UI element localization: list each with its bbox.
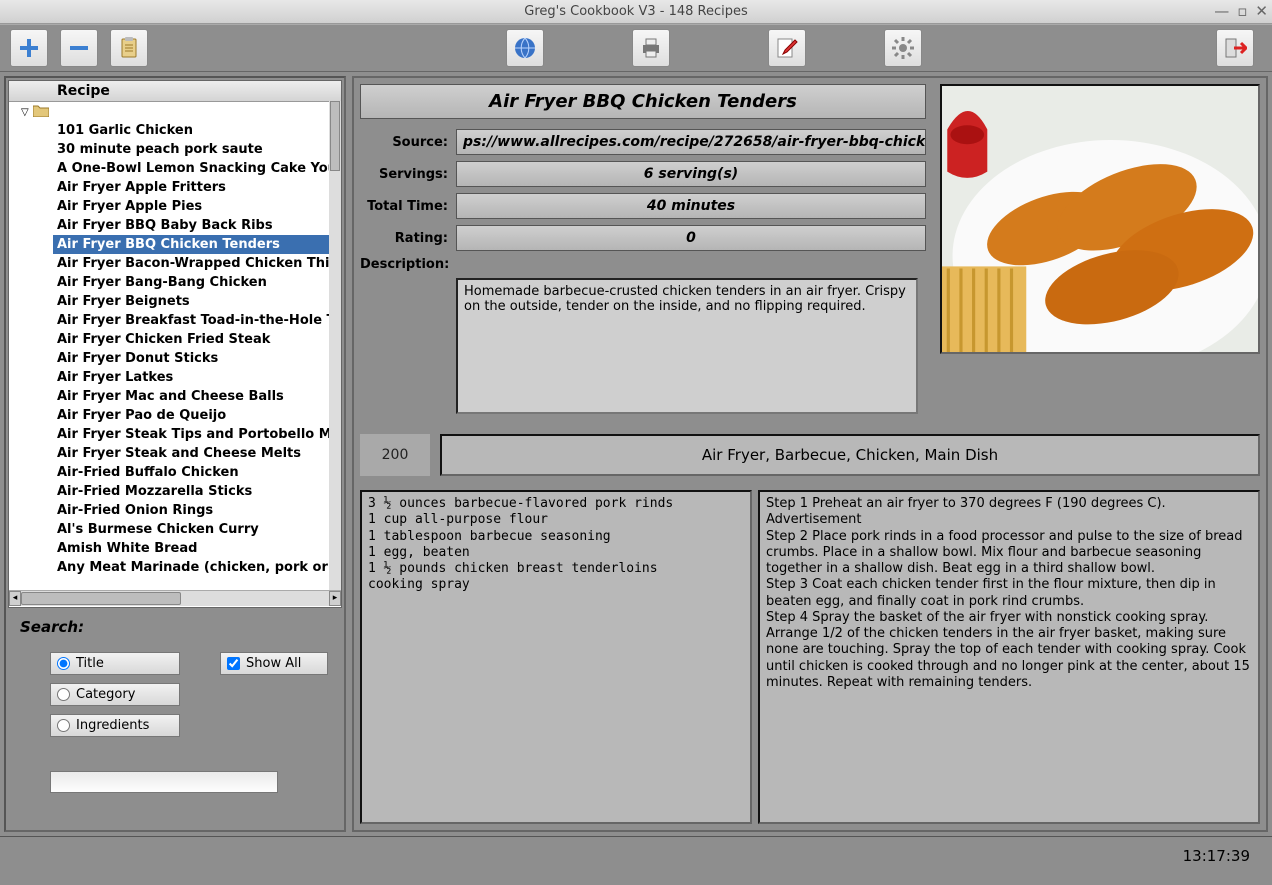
recipe-item[interactable]: Air Fryer Apple Pies <box>53 197 341 216</box>
search-panel: Search: Title Show All Category <box>8 608 342 828</box>
recipe-item[interactable]: Air Fryer Steak and Cheese Melts <box>53 444 341 463</box>
settings-button[interactable] <box>884 29 922 67</box>
recipe-tree[interactable]: Recipe ▽ 101 Garlic Chicken30 minute pea… <box>8 80 342 608</box>
recipe-item[interactable]: Air Fryer Mac and Cheese Balls <box>53 387 341 406</box>
edit-button[interactable] <box>768 29 806 67</box>
clock: 13:17:39 <box>1183 847 1250 865</box>
label-rating: Rating: <box>360 231 448 246</box>
recipe-item[interactable]: Air Fryer BBQ Baby Back Ribs <box>53 216 341 235</box>
search-label: Search: <box>20 618 330 636</box>
recipe-item[interactable]: Air Fryer Latkes <box>53 368 341 387</box>
expand-arrow-icon[interactable]: ▽ <box>21 107 29 118</box>
label-description: Description: <box>360 257 448 272</box>
recipe-source[interactable]: ps://www.allrecipes.com/recipe/272658/ai… <box>456 129 926 155</box>
recipe-count: 200 <box>360 434 430 476</box>
recipe-item[interactable]: Air Fryer Bang-Bang Chicken <box>53 273 341 292</box>
recipe-instructions[interactable]: Step 1 Preheat an air fryer to 370 degre… <box>758 490 1260 824</box>
tree-hscroll[interactable]: ◂▸ <box>9 590 341 606</box>
recipe-ingredients[interactable]: 3 ½ ounces barbecue-flavored pork rinds … <box>360 490 752 824</box>
label-total-time: Total Time: <box>360 199 448 214</box>
recipe-item[interactable]: Air Fryer Bacon-Wrapped Chicken Thighs <box>53 254 341 273</box>
minimize-button[interactable]: — <box>1214 2 1229 20</box>
clipboard-button[interactable] <box>110 29 148 67</box>
check-show-all[interactable]: Show All <box>220 652 328 675</box>
recipe-item[interactable]: Any Meat Marinade (chicken, pork or beef… <box>53 558 341 577</box>
recipe-item[interactable]: Air-Fried Mozzarella Sticks <box>53 482 341 501</box>
recipe-title: Air Fryer BBQ Chicken Tenders <box>360 84 926 119</box>
statusbar: 13:17:39 <box>0 836 1272 874</box>
recipe-servings: 6 serving(s) <box>456 161 926 187</box>
recipe-item[interactable]: Air Fryer Donut Sticks <box>53 349 341 368</box>
radio-title[interactable]: Title <box>50 652 180 675</box>
print-button[interactable] <box>632 29 670 67</box>
tree-header: Recipe <box>9 81 341 102</box>
recipe-item[interactable]: Air Fryer Pao de Queijo <box>53 406 341 425</box>
add-button[interactable] <box>10 29 48 67</box>
recipe-tags: Air Fryer, Barbecue, Chicken, Main Dish <box>440 434 1260 476</box>
recipe-item[interactable]: Air-Fried Buffalo Chicken <box>53 463 341 482</box>
recipe-rating: 0 <box>456 225 926 251</box>
maximize-button[interactable]: ▫ <box>1237 2 1247 20</box>
recipe-item[interactable]: 30 minute peach pork saute <box>53 140 341 159</box>
recipe-item[interactable]: 101 Garlic Chicken <box>53 121 341 140</box>
search-input[interactable] <box>50 771 278 793</box>
recipe-item[interactable]: A One-Bowl Lemon Snacking Cake You'll Ma… <box>53 159 341 178</box>
recipe-total-time: 40 minutes <box>456 193 926 219</box>
toolbar <box>0 24 1272 72</box>
tree-root[interactable]: ▽ <box>19 104 341 121</box>
label-servings: Servings: <box>360 167 448 182</box>
radio-category[interactable]: Category <box>50 683 180 706</box>
exit-button[interactable] <box>1216 29 1254 67</box>
recipe-photo <box>940 84 1260 354</box>
recipe-description[interactable]: Homemade barbecue-crusted chicken tender… <box>456 278 918 414</box>
recipe-item[interactable]: Air Fryer Steak Tips and Portobello Mush… <box>53 425 341 444</box>
recipe-item[interactable]: Air Fryer Apple Fritters <box>53 178 341 197</box>
radio-ingredients[interactable]: Ingredients <box>50 714 180 737</box>
window-title: Greg's Cookbook V3 - 148 Recipes <box>524 4 748 19</box>
close-button[interactable]: ✕ <box>1255 2 1268 20</box>
titlebar: Greg's Cookbook V3 - 148 Recipes — ▫ ✕ <box>0 0 1272 24</box>
recipe-item[interactable]: Air Fryer BBQ Chicken Tenders <box>53 235 341 254</box>
tree-vscroll[interactable] <box>329 101 341 591</box>
label-source: Source: <box>360 135 448 150</box>
recipe-item[interactable]: Amish White Bread <box>53 539 341 558</box>
left-panel: Recipe ▽ 101 Garlic Chicken30 minute pea… <box>4 76 346 832</box>
recipe-panel: Air Fryer BBQ Chicken Tenders Source: ps… <box>352 76 1268 832</box>
recipe-item[interactable]: Air-Fried Onion Rings <box>53 501 341 520</box>
recipe-item[interactable]: Air Fryer Beignets <box>53 292 341 311</box>
web-button[interactable] <box>506 29 544 67</box>
remove-button[interactable] <box>60 29 98 67</box>
recipe-item[interactable]: Air Fryer Breakfast Toad-in-the-Hole Tar… <box>53 311 341 330</box>
folder-icon <box>33 104 49 121</box>
recipe-item[interactable]: Al's Burmese Chicken Curry <box>53 520 341 539</box>
recipe-item[interactable]: Air Fryer Chicken Fried Steak <box>53 330 341 349</box>
